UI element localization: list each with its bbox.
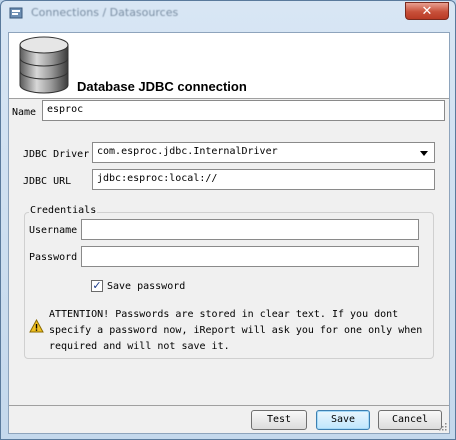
save-button[interactable]: Save <box>316 410 370 430</box>
title-bar[interactable]: Connections / Datasources ✕ <box>1 1 455 23</box>
name-label: Name <box>12 107 37 118</box>
dialog-title: Database JDBC connection <box>77 79 247 94</box>
name-field[interactable]: esproc <box>42 100 445 121</box>
jdbc-url-label: JDBC URL <box>23 176 72 187</box>
dialog-content: Database JDBC connection Name esproc JDB… <box>8 32 450 434</box>
username-label: Username <box>29 225 78 236</box>
credentials-legend: Credentials <box>29 205 98 216</box>
username-field[interactable] <box>81 219 419 240</box>
password-label: Password <box>29 252 78 263</box>
close-button[interactable]: ✕ <box>405 2 449 20</box>
footer-divider <box>9 405 449 406</box>
database-icon <box>19 36 69 94</box>
chevron-down-icon[interactable] <box>420 151 428 156</box>
cancel-button[interactable]: Cancel <box>378 410 442 430</box>
jdbc-driver-label: JDBC Driver <box>23 149 90 160</box>
save-password-label[interactable]: Save password <box>107 281 185 292</box>
check-icon: ✓ <box>92 279 102 292</box>
jdbc-driver-select[interactable]: com.esproc.jdbc.InternalDriver <box>92 142 435 163</box>
close-icon: ✕ <box>421 3 433 19</box>
dialog-header: Database JDBC connection <box>9 33 449 99</box>
test-button[interactable]: Test <box>251 410 307 430</box>
save-password-checkbox[interactable]: ✓ <box>91 280 103 292</box>
jdbc-url-field[interactable]: jdbc:esproc:local:// <box>92 169 435 190</box>
resize-grip-icon[interactable] <box>439 423 447 431</box>
app-icon <box>9 7 23 19</box>
password-field[interactable] <box>81 246 419 267</box>
jdbc-driver-value: com.esproc.jdbc.InternalDriver <box>97 146 278 157</box>
warning-icon <box>29 319 44 333</box>
warning-message: ATTENTION! Passwords are stored in clear… <box>49 309 423 352</box>
dialog-window: Connections / Datasources ✕ Database JDB… <box>0 0 456 440</box>
window-title: Connections / Datasources <box>31 6 179 19</box>
